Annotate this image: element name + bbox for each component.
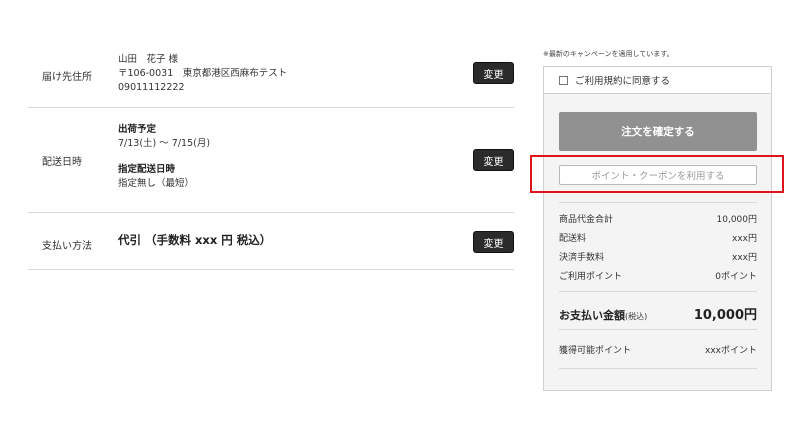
recipient-name: 山田 花子 様 [118,54,179,65]
summary-row-payment-fee: 決済手数料 xxx円 [559,250,757,263]
payment-method-value: 代引 （手数料 xxx 円 税込） [118,233,272,247]
recipient-phone: 09011112222 [118,82,185,93]
payment-total-tax-note: (税込) [625,312,648,321]
summary-row-value: xxx円 [732,234,757,244]
summary-divider [559,329,757,330]
ship-schedule-title: 出荷予定 [118,124,157,135]
summary-row-value: 10,000円 [716,215,758,225]
checkbox-unchecked-icon[interactable] [559,75,568,85]
summary-row-label: 決済手数料 [559,253,605,263]
delivery-datetime-body: 出荷予定 7/13(土) 〜 7/15(月) 指定配送日時 指定無し（最短） [118,123,210,191]
summary-row-label: 配送料 [559,234,587,244]
delivery-datetime-row: 配送日時 出荷予定 7/13(土) 〜 7/15(月) 指定配送日時 指定無し（… [28,108,514,213]
earnable-points-label: 獲得可能ポイント [559,346,632,356]
summary-row-label: ご利用ポイント [559,272,623,282]
payment-total-row: お支払い金額(税込) 10,000円 [559,304,757,323]
payment-total-value: 10,000円 [693,308,757,323]
payment-method-label: 支払い方法 [42,241,92,252]
payment-total-label: お支払い金額 [559,309,625,322]
summary-row-label: 商品代金合計 [559,215,614,225]
change-delivery-button[interactable]: 変更 [473,149,514,171]
summary-row-value: 0ポイント [715,272,757,282]
specified-delivery-value: 指定無し（最短） [118,178,195,189]
order-summary-panel: ご利用規約に同意する 注文を確定する ポイント・クーポンを利用する 商品代金合計… [543,66,772,391]
ship-schedule-range: 7/13(土) 〜 7/15(月) [118,138,211,149]
terms-agree-row[interactable]: ご利用規約に同意する [544,67,771,94]
summary-row-value: xxx円 [732,253,757,263]
summary-row-subtotal: 商品代金合計 10,000円 [559,212,757,225]
shipping-address-row: 届け先住所 山田 花子 様 〒106-0031 東京都港区西麻布テスト 0901… [28,38,514,108]
specified-delivery-title: 指定配送日時 [118,164,176,175]
summary-row-used-points: ご利用ポイント 0ポイント [559,269,757,282]
change-payment-button[interactable]: 変更 [473,231,514,253]
summary-divider [559,202,757,203]
delivery-datetime-label: 配送日時 [42,157,82,168]
summary-divider [559,368,757,369]
earnable-points-row: 獲得可能ポイント xxxポイント [559,343,757,356]
summary-row-shipping-fee: 配送料 xxx円 [559,231,757,244]
summary-divider [559,291,757,292]
payment-method-row: 支払い方法 代引 （手数料 xxx 円 税込） 変更 [28,213,514,270]
shipping-address-label: 届け先住所 [42,72,92,83]
shipping-address-body: 山田 花子 様 〒106-0031 東京都港区西麻布テスト 0901111222… [118,53,287,95]
change-shipping-button[interactable]: 変更 [473,62,514,84]
terms-agree-label[interactable]: ご利用規約に同意する [575,73,670,87]
campaign-note: ※最新のキャンペーンを適用しています。 [543,50,674,58]
payment-total-label-group: お支払い金額(税込) [559,304,647,323]
use-points-coupon-button[interactable]: ポイント・クーポンを利用する [559,165,757,185]
earnable-points-value: xxxポイント [705,346,757,356]
order-details: 届け先住所 山田 花子 様 〒106-0031 東京都港区西麻布テスト 0901… [28,38,514,270]
confirm-order-button[interactable]: 注文を確定する [559,112,757,151]
recipient-address: 〒106-0031 東京都港区西麻布テスト [118,68,288,79]
